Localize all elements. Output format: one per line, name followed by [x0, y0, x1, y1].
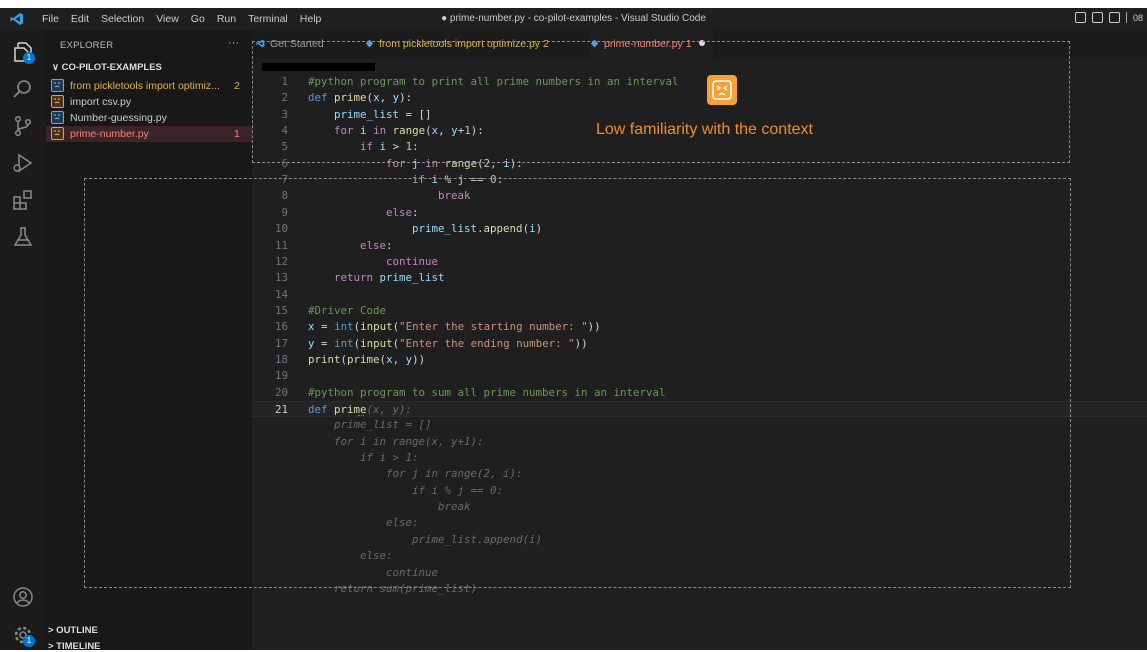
- vscode-window: File Edit Selection View Go Run Terminal Help ●…: [0, 0, 1147, 652]
- file-name: prime-number.py: [70, 128, 149, 140]
- layout-controls: 08: [1074, 12, 1143, 23]
- explorer-header: EXPLORER: [60, 40, 114, 51]
- folder-co-pilot-examples[interactable]: ∨ CO-PILOT-EXAMPLES: [52, 62, 162, 73]
- search-icon[interactable]: [11, 77, 35, 101]
- problem-count: 2: [234, 80, 240, 92]
- source-control-icon[interactable]: [11, 114, 35, 138]
- outline-section[interactable]: > OUTLINE: [48, 625, 98, 636]
- file-icon: [51, 127, 64, 140]
- file-item[interactable]: prime-number.py 1: [46, 126, 252, 142]
- explorer-icon[interactable]: 1: [11, 40, 35, 64]
- file-item[interactable]: import csv.py: [46, 94, 252, 110]
- window-title: ● prime-number.py - co-pilot-examples - …: [441, 13, 706, 24]
- context-highlight-box: [84, 178, 1071, 588]
- title-bar: File Edit Selection View Go Run Terminal Help ●…: [0, 8, 1147, 30]
- problem-count: 1: [234, 128, 240, 140]
- activity-bar: 1 1: [0, 30, 46, 650]
- accounts-icon[interactable]: [11, 585, 35, 609]
- toggle-panel-icon[interactable]: [1091, 12, 1103, 23]
- context-highlight-box: [252, 41, 1070, 163]
- toggle-secondary-sidebar-icon[interactable]: [1108, 12, 1120, 23]
- timeline-section[interactable]: > TIMELINE: [48, 641, 101, 652]
- file-icon: [51, 111, 64, 124]
- extensions-icon[interactable]: [11, 188, 35, 212]
- file-icon: [51, 79, 64, 92]
- file-icon: [51, 95, 64, 108]
- file-name: from pickletools import optimiz...: [70, 80, 220, 92]
- explorer-badge: 1: [23, 52, 35, 64]
- file-item[interactable]: Number-guessing.py: [46, 110, 252, 126]
- separator: [1125, 12, 1127, 23]
- run-debug-icon[interactable]: [11, 151, 35, 175]
- customize-layout-label[interactable]: 08: [1133, 13, 1143, 23]
- sad-face-icon: [707, 75, 737, 105]
- annotation-label: Low familiarity with the context: [596, 121, 813, 138]
- manage-gear-icon[interactable]: 1: [11, 623, 35, 647]
- file-item[interactable]: from pickletools import optimiz... 2: [46, 78, 252, 94]
- testing-icon[interactable]: [11, 225, 35, 249]
- more-actions-button[interactable]: ···: [228, 37, 239, 49]
- toggle-sidebar-icon[interactable]: [1074, 12, 1086, 23]
- manage-badge: 1: [23, 635, 35, 647]
- file-name: import csv.py: [70, 96, 132, 108]
- file-name: Number-guessing.py: [70, 112, 167, 124]
